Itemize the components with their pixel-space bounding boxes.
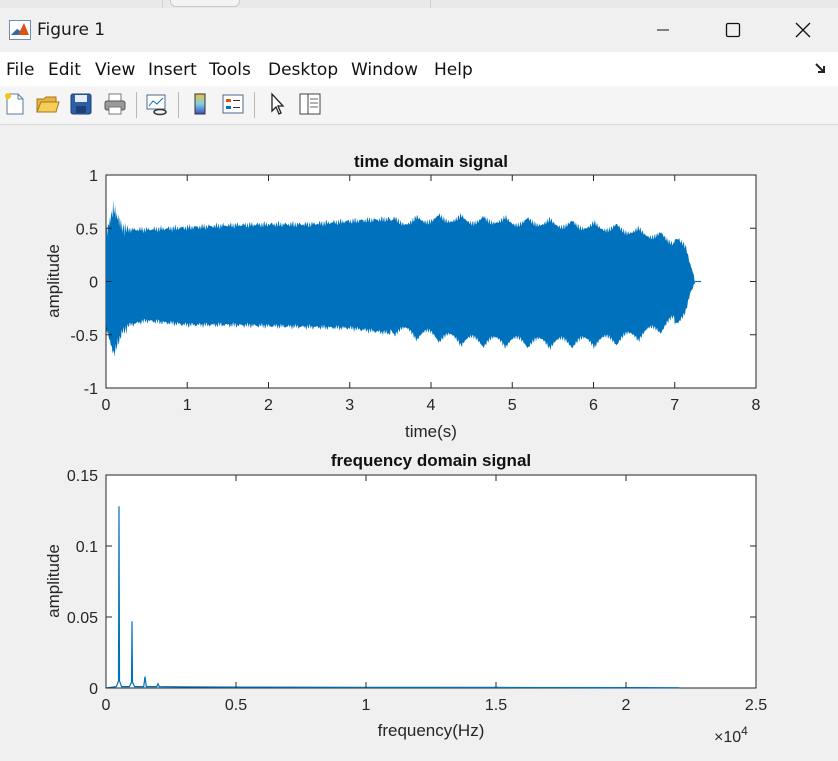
frequency-domain-axes[interactable]: 0 0.5 1 1.5 2 2.5 0.15 0.1 0.05 0 frequency doma… xyxy=(44,451,767,746)
background-tab-edge xyxy=(170,0,240,7)
dock-arrow-icon[interactable] xyxy=(814,60,830,76)
menu-insert[interactable]: Insert xyxy=(148,60,197,80)
x-exponent-base: ×10 xyxy=(714,729,741,746)
figure-canvas[interactable]: 0 1 2 3 4 5 6 7 8 1 0.5 0 -0.5 -1 time domain signal… xyxy=(0,125,838,756)
minimize-icon xyxy=(657,29,669,31)
close-icon xyxy=(795,22,811,38)
y-tick-label: -1 xyxy=(84,381,98,398)
y-tick-label: 1 xyxy=(89,168,98,185)
y-tick-label: 0.5 xyxy=(76,221,98,238)
toolbar-separator xyxy=(254,92,255,118)
toolbar-separator xyxy=(136,92,137,118)
open-file-icon[interactable] xyxy=(34,91,60,117)
menu-help[interactable]: Help xyxy=(434,60,473,80)
frequency-plot-title: frequency domain signal xyxy=(331,451,531,470)
x-tick-label: 3 xyxy=(345,397,354,414)
y-tick-label: 0.15 xyxy=(67,468,98,485)
x-tick-label: 4 xyxy=(427,397,436,414)
window-title: Figure 1 xyxy=(37,20,106,40)
y-tick-label: 0.1 xyxy=(76,539,98,556)
title-bar: Figure 1 xyxy=(0,8,838,52)
menu-window[interactable]: Window xyxy=(351,60,418,80)
x-tick-label: 2 xyxy=(264,397,273,414)
menu-file[interactable]: File xyxy=(6,60,34,80)
frequency-plot-xlabel: frequency(Hz) xyxy=(378,721,485,740)
y-tick-label: 0 xyxy=(89,275,98,292)
menu-desktop[interactable]: Desktop xyxy=(268,60,338,80)
close-button[interactable] xyxy=(768,8,838,52)
y-tick-label: 0.05 xyxy=(67,610,98,627)
x-tick-label: 7 xyxy=(670,397,679,414)
x-tick-label: 0.5 xyxy=(225,697,247,714)
time-plot-xlabel: time(s) xyxy=(405,422,457,441)
maximize-button[interactable] xyxy=(698,8,768,52)
save-icon[interactable] xyxy=(68,91,94,117)
figure-toolbar xyxy=(0,86,838,125)
maximize-icon xyxy=(725,22,741,38)
x-tick-label: 0 xyxy=(102,697,111,714)
print-icon[interactable] xyxy=(102,91,128,117)
property-inspector-icon[interactable] xyxy=(297,91,323,117)
y-tick-label: 0 xyxy=(89,681,98,698)
x-tick-label: 5 xyxy=(508,397,517,414)
x-exponent-label: ×104 xyxy=(714,724,748,746)
x-tick-label: 0 xyxy=(102,397,111,414)
x-exponent-power: 4 xyxy=(741,724,748,738)
x-tick-label: 1 xyxy=(362,697,371,714)
menu-bar: File Edit View Insert Tools Desktop Wind… xyxy=(0,52,838,86)
x-tick-label: 1.5 xyxy=(485,697,507,714)
menu-edit[interactable]: Edit xyxy=(48,60,81,80)
menu-view[interactable]: View xyxy=(95,60,135,80)
minimize-button[interactable] xyxy=(628,8,698,52)
y-tick-label: -0.5 xyxy=(70,328,98,345)
x-tick-label: 2 xyxy=(622,697,631,714)
x-tick-label: 2.5 xyxy=(745,697,767,714)
axes-box xyxy=(105,474,757,689)
figure-axes[interactable]: 0 1 2 3 4 5 6 7 8 1 0.5 0 -0.5 -1 time domain signal… xyxy=(0,125,838,756)
x-tick-label: 8 xyxy=(752,397,761,414)
toolbar-separator xyxy=(178,92,179,118)
link-plot-icon[interactable] xyxy=(144,91,170,117)
time-plot-title: time domain signal xyxy=(354,152,508,171)
new-figure-icon[interactable] xyxy=(2,91,28,117)
time-plot-ylabel: amplitude xyxy=(44,244,63,318)
divider xyxy=(162,0,163,8)
edit-plot-arrow-icon[interactable] xyxy=(264,91,290,117)
colorbar-icon[interactable] xyxy=(187,91,213,117)
divider xyxy=(430,0,431,8)
frequency-plot-ylabel: amplitude xyxy=(44,544,63,618)
legend-icon[interactable] xyxy=(220,91,246,117)
x-tick-label: 6 xyxy=(589,397,598,414)
matlab-logo-icon xyxy=(9,20,31,40)
time-domain-axes[interactable]: 0 1 2 3 4 5 6 7 8 1 0.5 0 -0.5 -1 time domain signal… xyxy=(44,152,761,441)
x-tick-label: 1 xyxy=(183,397,192,414)
menu-tools[interactable]: Tools xyxy=(209,60,251,80)
